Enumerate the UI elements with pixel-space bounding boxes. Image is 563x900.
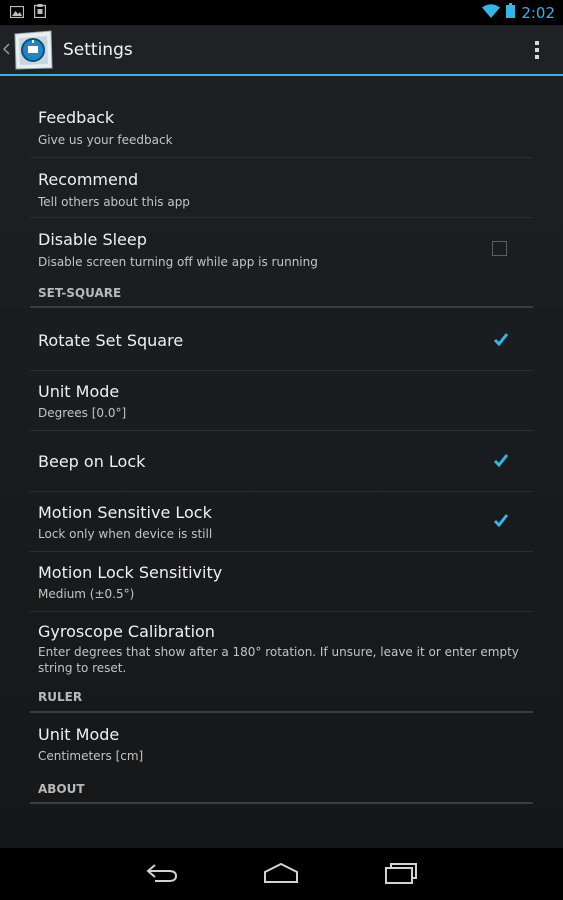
checkmark-icon — [493, 454, 509, 468]
wifi-icon — [482, 3, 501, 22]
navigation-bar — [0, 848, 563, 900]
pref-title: Disable Sleep — [38, 230, 147, 249]
home-icon[interactable] — [263, 862, 299, 888]
pref-summary: Tell others about this app — [38, 195, 190, 209]
pref-unit-mode-ruler[interactable]: Unit Mode Centimeters [cm] — [30, 714, 533, 776]
app-logo-icon[interactable] — [11, 28, 55, 72]
page-title: Settings — [63, 39, 133, 60]
checkmark-icon — [493, 514, 509, 528]
pref-feedback[interactable]: Feedback Give us your feedback — [30, 96, 533, 158]
back-icon[interactable] — [145, 862, 179, 888]
motion-lock-checkbox[interactable] — [493, 513, 509, 528]
pref-summary: Give us your feedback — [38, 133, 173, 147]
disable-sleep-checkbox[interactable] — [492, 241, 507, 256]
pref-title: Unit Mode — [38, 382, 120, 401]
pref-summary: Degrees [0.0°] — [38, 406, 127, 420]
overflow-menu-icon[interactable] — [535, 40, 539, 59]
pref-motion-sensitive-lock[interactable]: Motion Sensitive Lock Lock only when dev… — [30, 492, 533, 552]
category-title: SET-SQUARE — [38, 286, 122, 300]
pref-motion-lock-sensitivity[interactable]: Motion Lock Sensitivity Medium (±0.5°) — [30, 552, 533, 612]
pref-beep-on-lock[interactable]: Beep on Lock — [30, 431, 533, 492]
pref-recommend[interactable]: Recommend Tell others about this app — [30, 158, 533, 218]
pref-unit-mode-square[interactable]: Unit Mode Degrees [0.0°] — [30, 371, 533, 431]
settings-content: Feedback Give us your feedback Recommend… — [0, 76, 563, 848]
pref-gyroscope-calibration[interactable]: Gyroscope Calibration Enter degrees that… — [30, 612, 533, 684]
pref-title: Gyroscope Calibration — [38, 622, 215, 641]
pref-summary: Enter degrees that show after a 180° rot… — [38, 645, 519, 675]
category-about: ABOUT — [30, 782, 533, 804]
category-set-square: SET-SQUARE — [30, 286, 533, 308]
status-time: 2:02 — [521, 3, 555, 22]
beep-checkbox[interactable] — [493, 453, 509, 468]
category-title: ABOUT — [38, 782, 85, 796]
pref-title: Beep on Lock — [38, 452, 146, 471]
checkmark-icon — [493, 333, 509, 347]
pref-summary: Lock only when device is still — [38, 527, 213, 541]
pref-summary: Centimeters [cm] — [38, 749, 144, 763]
battery-icon — [506, 3, 516, 22]
clipboard-icon — [34, 3, 47, 22]
pref-title: Unit Mode — [38, 725, 120, 744]
category-ruler: RULER — [30, 690, 533, 713]
pref-title: Feedback — [38, 108, 115, 127]
pref-disable-sleep[interactable]: Disable Sleep Disable screen turning off… — [30, 218, 533, 272]
action-bar: Settings — [0, 25, 563, 76]
image-icon — [9, 3, 25, 22]
pref-summary: Medium (±0.5°) — [38, 587, 135, 601]
category-title: RULER — [38, 690, 83, 704]
pref-title: Motion Sensitive Lock — [38, 503, 212, 522]
pref-rotate-set-square[interactable]: Rotate Set Square — [30, 310, 533, 371]
chevron-left-icon[interactable] — [2, 40, 11, 59]
pref-title: Rotate Set Square — [38, 331, 184, 350]
pref-title: Recommend — [38, 170, 139, 189]
pref-title: Motion Lock Sensitivity — [38, 563, 223, 582]
status-bar: 2:02 — [0, 0, 563, 25]
rotate-checkbox[interactable] — [493, 332, 509, 347]
pref-summary: Disable screen turning off while app is … — [38, 255, 318, 269]
recents-icon[interactable] — [384, 862, 418, 888]
